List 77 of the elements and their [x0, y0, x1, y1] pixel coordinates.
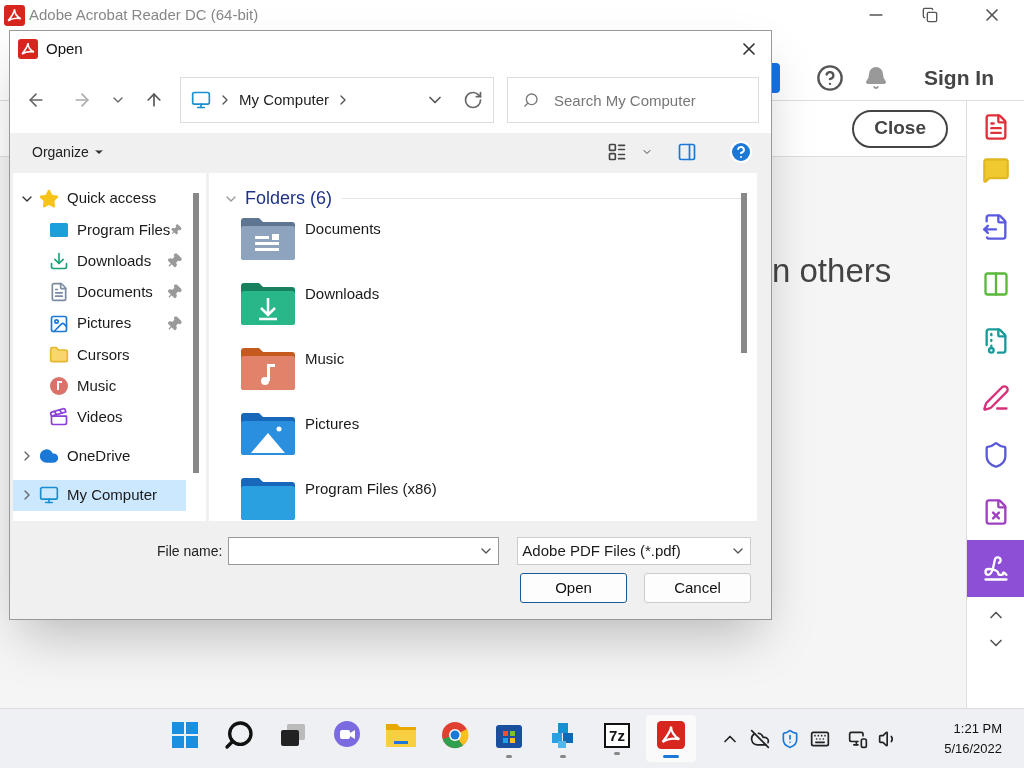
tree-item[interactable]: OneDrive — [13, 440, 186, 472]
windows-start-icon[interactable] — [171, 721, 199, 749]
search-icon — [523, 92, 539, 108]
open-button[interactable]: Open — [520, 573, 627, 603]
item-label: Music — [77, 375, 117, 396]
dialog-title: Open — [46, 38, 83, 59]
sign-in-link[interactable]: Sign In — [924, 61, 994, 94]
pdf-app-icon — [657, 721, 685, 749]
restore-icon[interactable] — [922, 7, 938, 23]
cloud-off-icon[interactable] — [750, 728, 770, 749]
item-label: Documents — [77, 282, 153, 303]
address-segment[interactable]: My Computer — [239, 88, 330, 112]
security-warning-icon[interactable] — [780, 728, 800, 749]
file-name-field[interactable] — [228, 537, 500, 565]
computer-icon — [191, 90, 211, 110]
search-field[interactable]: Search My Computer — [507, 77, 759, 123]
address-bar[interactable]: My Computer — [180, 77, 494, 123]
bell-icon[interactable] — [864, 65, 888, 90]
tree-item[interactable]: Downloads — [13, 245, 186, 277]
folder-name[interactable]: Documents — [305, 218, 381, 241]
organize-button[interactable]: Organize — [32, 141, 105, 163]
folder-icon[interactable] — [385, 721, 417, 749]
scrollbar-thumb[interactable] — [741, 193, 747, 353]
tree-item[interactable]: Cursors — [13, 339, 186, 371]
folder-icon — [241, 283, 295, 325]
tree-item[interactable]: Videos — [13, 401, 186, 433]
item-label: Pictures — [77, 313, 132, 334]
folder-icon — [241, 413, 295, 455]
folder-icon — [49, 344, 69, 365]
app-icon[interactable]: 7z — [604, 722, 630, 748]
download-icon — [49, 251, 69, 272]
item-label: Videos — [77, 407, 123, 427]
app-logo — [18, 39, 38, 59]
folder-icon — [241, 218, 295, 260]
close-button[interactable]: Close — [852, 109, 948, 148]
video-icon — [49, 407, 69, 428]
clock-time[interactable]: 1:21 PM — [953, 718, 1002, 739]
item-label: Quick access — [67, 188, 157, 209]
item-label: Cursors — [77, 344, 130, 365]
scrollbar-thumb[interactable] — [193, 193, 199, 473]
folder-name[interactable]: Pictures — [305, 413, 360, 436]
tree-item[interactable]: Pictures — [13, 307, 186, 340]
tree-item[interactable]: Program Files — [13, 214, 186, 246]
folder-name[interactable]: Music — [305, 348, 345, 371]
document-icon — [49, 282, 69, 303]
folder-icon — [241, 348, 295, 390]
item-label: Downloads — [77, 250, 152, 271]
item-label: My Computer — [67, 485, 158, 506]
folder-name[interactable]: Program Files (x86) — [305, 478, 437, 501]
picture-icon — [49, 313, 69, 334]
group-header[interactable]: Folders (6) — [245, 185, 333, 212]
folder-name[interactable]: Downloads — [305, 283, 380, 306]
file-type-select[interactable]: Adobe PDF Files (*.pdf) — [517, 537, 751, 565]
cancel-button[interactable]: Cancel — [644, 573, 751, 603]
star-icon — [39, 188, 59, 209]
view-icon[interactable] — [607, 142, 627, 162]
tree-item[interactable]: Documents — [13, 276, 186, 308]
item-label: Program Files — [77, 219, 171, 240]
task-view-icon[interactable] — [279, 721, 307, 749]
heading-text: n others — [772, 251, 892, 291]
music-icon — [49, 376, 69, 396]
folder-icon — [241, 478, 295, 520]
help-icon[interactable] — [816, 63, 844, 92]
tree-item[interactable]: Quick access — [13, 183, 186, 215]
tree-item[interactable]: Music — [13, 370, 186, 402]
refresh-icon[interactable] — [463, 90, 483, 110]
tree-item[interactable]: My Computer — [13, 479, 186, 511]
signature-icon[interactable] — [966, 540, 1024, 597]
preview-pane-icon[interactable] — [677, 142, 697, 162]
computer-icon — [39, 485, 59, 506]
browser-icon[interactable] — [441, 721, 469, 749]
window-title: Adobe Acrobat Reader DC (64-bit) — [29, 4, 259, 25]
clock-date[interactable]: 5/16/2022 — [944, 738, 1002, 759]
item-label: OneDrive — [67, 446, 131, 467]
field-label: File name: — [157, 541, 223, 561]
search-icon[interactable] — [223, 719, 255, 751]
app-logo — [4, 4, 25, 26]
